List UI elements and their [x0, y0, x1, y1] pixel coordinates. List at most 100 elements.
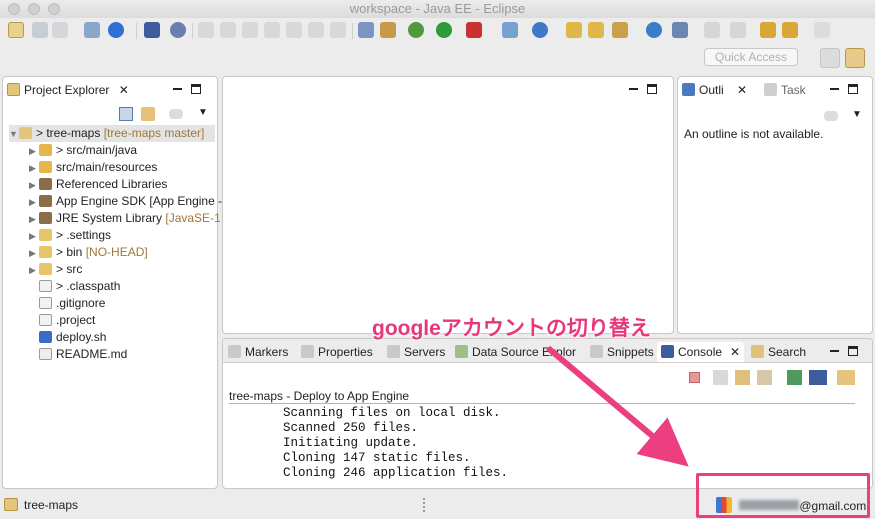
- web-browser-icon[interactable]: [646, 22, 662, 38]
- tree-item[interactable]: ▶ App Engine SDK [App Engine -: [29, 193, 222, 210]
- save-icon[interactable]: [32, 22, 48, 38]
- tree-item[interactable]: .project: [29, 312, 95, 329]
- minimize-icon[interactable]: [830, 350, 839, 353]
- minimize-icon[interactable]: [830, 88, 839, 91]
- maximize-icon[interactable]: [191, 84, 201, 95]
- collapsed-arrow-icon[interactable]: ▶: [29, 211, 39, 228]
- collapse-all-icon[interactable]: [119, 107, 133, 121]
- tree-item[interactable]: README.md: [29, 346, 127, 363]
- word-wrap-icon[interactable]: [757, 370, 772, 385]
- quick-access-input[interactable]: Quick Access: [704, 48, 798, 66]
- google-icon[interactable]: [108, 22, 124, 38]
- tree-item[interactable]: ▶ > bin [NO-HEAD]: [29, 244, 148, 261]
- resume-icon[interactable]: [198, 22, 214, 38]
- tab-search[interactable]: Search: [751, 342, 806, 362]
- tree-item-decoration: [tree-maps master]: [100, 126, 205, 140]
- publish-icon[interactable]: [84, 22, 100, 38]
- maximize-icon[interactable]: [848, 84, 858, 95]
- minimize-icon[interactable]: [629, 88, 638, 91]
- terminate-icon[interactable]: [242, 22, 258, 38]
- terminate-icon[interactable]: [689, 372, 700, 383]
- tree-item[interactable]: > .classpath: [29, 278, 120, 295]
- new-java-class-icon[interactable]: [532, 22, 548, 38]
- tree-item[interactable]: ▶ src/main/resources: [29, 159, 157, 176]
- tab-data-source-explorer[interactable]: Data Source Explor: [455, 342, 576, 362]
- run-icon[interactable]: [436, 22, 452, 38]
- tree-item-label: > tree-maps: [36, 126, 101, 140]
- new-server-icon[interactable]: [502, 22, 518, 38]
- tree-item[interactable]: ▶ > .settings: [29, 227, 111, 244]
- remove-launch-icon[interactable]: [713, 370, 728, 385]
- external-tools-icon[interactable]: [466, 22, 482, 38]
- disconnect-icon[interactable]: [264, 22, 280, 38]
- tree-item[interactable]: ▼ > tree-maps [tree-maps master]: [9, 125, 215, 142]
- tab-outline[interactable]: Outli ✕: [682, 80, 748, 100]
- file-icon: [39, 314, 52, 326]
- tab-console[interactable]: Console ✕: [657, 342, 745, 362]
- tab-label: Data Source Explor: [472, 345, 577, 359]
- open-task-icon[interactable]: [588, 22, 604, 38]
- maximize-icon[interactable]: [848, 346, 858, 357]
- tree-item[interactable]: ▶ > src/main/java: [29, 142, 137, 159]
- close-icon[interactable]: ✕: [730, 345, 740, 359]
- tab-markers[interactable]: Markers: [228, 342, 288, 362]
- focus-task-icon[interactable]: [824, 111, 838, 121]
- collapsed-arrow-icon[interactable]: ▶: [29, 143, 39, 160]
- close-icon[interactable]: ✕: [119, 83, 129, 97]
- tree-item[interactable]: ▶ Referenced Libraries: [29, 176, 167, 193]
- close-window-button[interactable]: [8, 3, 20, 15]
- tree-item[interactable]: ▶ > src: [29, 261, 82, 278]
- collapsed-arrow-icon[interactable]: ▶: [29, 160, 39, 177]
- collapsed-arrow-icon[interactable]: ▶: [29, 194, 39, 211]
- previous-annotation-icon[interactable]: [730, 22, 746, 38]
- tab-project-explorer[interactable]: Project Explorer ✕: [7, 80, 129, 100]
- last-edit-location-icon[interactable]: [760, 22, 776, 38]
- forward-icon[interactable]: [814, 22, 830, 38]
- search-icon[interactable]: [612, 22, 628, 38]
- maximize-icon[interactable]: [647, 84, 657, 95]
- focus-task-icon[interactable]: [169, 109, 183, 119]
- open-type-icon[interactable]: [566, 22, 582, 38]
- tab-task[interactable]: Task: [764, 80, 806, 100]
- debug-icon[interactable]: [408, 22, 424, 38]
- collapsed-arrow-icon[interactable]: ▶: [29, 262, 39, 279]
- view-menu-icon[interactable]: ▼: [198, 107, 208, 118]
- next-annotation-icon[interactable]: [704, 22, 720, 38]
- step-into-icon[interactable]: [286, 22, 302, 38]
- tree-item[interactable]: deploy.sh: [29, 329, 106, 346]
- collapsed-arrow-icon[interactable]: ▶: [29, 245, 39, 262]
- view-menu-icon[interactable]: ▼: [852, 109, 862, 120]
- tree-item-label: .project: [56, 313, 96, 327]
- task-list-icon[interactable]: [358, 22, 374, 38]
- scroll-lock-icon[interactable]: [735, 370, 750, 385]
- minimize-window-button[interactable]: [28, 3, 40, 15]
- save-all-icon[interactable]: [52, 22, 68, 38]
- step-over-icon[interactable]: [308, 22, 324, 38]
- new-icon[interactable]: [8, 22, 24, 38]
- toggle-mark-icon[interactable]: [380, 22, 396, 38]
- tab-label: Console: [678, 345, 723, 359]
- back-icon[interactable]: [782, 22, 798, 38]
- deploy-icon[interactable]: [672, 22, 688, 38]
- collapsed-arrow-icon[interactable]: ▶: [29, 177, 39, 194]
- expanded-arrow-icon[interactable]: ▼: [9, 126, 19, 143]
- pin-console-icon[interactable]: [787, 370, 802, 385]
- terminal-icon[interactable]: [144, 22, 160, 38]
- skip-breakpoints-icon[interactable]: [170, 22, 186, 38]
- tab-properties[interactable]: Properties: [301, 342, 373, 362]
- tree-item[interactable]: ▶ JRE System Library [JavaSE-1: [29, 210, 221, 227]
- collapsed-arrow-icon[interactable]: ▶: [29, 228, 39, 245]
- minimize-icon[interactable]: [173, 88, 182, 91]
- open-console-icon[interactable]: [837, 370, 855, 385]
- tab-snippets[interactable]: Snippets: [590, 342, 654, 362]
- close-icon[interactable]: ✕: [737, 83, 747, 97]
- display-console-icon[interactable]: [809, 370, 827, 385]
- zoom-window-button[interactable]: [48, 3, 60, 15]
- tree-item[interactable]: .gitignore: [29, 295, 105, 312]
- java-ee-perspective-icon[interactable]: [845, 48, 865, 68]
- tab-servers[interactable]: Servers: [387, 342, 445, 362]
- open-perspective-icon[interactable]: [820, 48, 840, 68]
- link-with-editor-icon[interactable]: [141, 107, 155, 121]
- step-return-icon[interactable]: [330, 22, 346, 38]
- suspend-icon[interactable]: [220, 22, 236, 38]
